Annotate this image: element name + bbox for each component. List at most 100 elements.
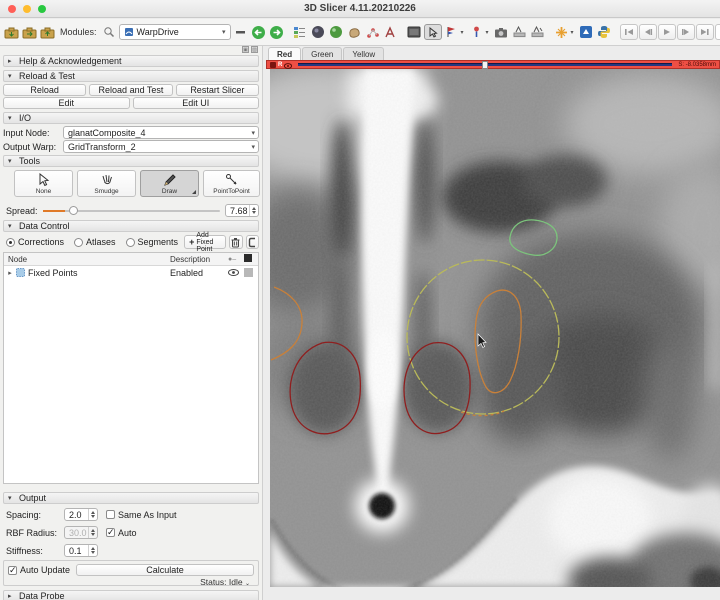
sequence-last-frame-button[interactable] xyxy=(696,24,714,40)
extensions-manager-icon[interactable] xyxy=(578,24,595,41)
module-selector[interactable]: WarpDrive ▾ xyxy=(119,24,231,40)
screenshot-icon[interactable] xyxy=(493,24,510,41)
red-slice-viewport[interactable] xyxy=(270,69,720,587)
tab-yellow[interactable]: Yellow xyxy=(343,47,384,60)
place-point-icon[interactable] xyxy=(468,24,485,41)
tool-none-button[interactable]: None xyxy=(14,170,73,197)
atlases-radio[interactable] xyxy=(74,238,83,247)
section-tools[interactable]: Tools xyxy=(3,155,259,167)
zoom-window-icon[interactable] xyxy=(38,5,46,13)
spacing-spinbox[interactable]: 2.0 xyxy=(64,508,98,521)
section-output[interactable]: Output xyxy=(3,492,259,504)
corrections-label: Corrections xyxy=(18,237,64,247)
smudge-hand-icon xyxy=(100,173,114,187)
calculate-button[interactable]: Calculate xyxy=(76,564,254,576)
mouse-interaction-icon[interactable] xyxy=(424,24,442,40)
status-chevron-icon[interactable]: ⌄ xyxy=(245,581,250,587)
tool-point-to-point-button[interactable]: PointToPoint xyxy=(203,170,260,197)
trash-icon xyxy=(231,237,240,248)
restart-slicer-button[interactable]: Restart Slicer xyxy=(176,84,259,96)
edit-ui-button[interactable]: Edit UI xyxy=(133,97,260,109)
warpdrive-module-icon xyxy=(124,27,134,37)
volumes-module-icon[interactable] xyxy=(310,24,327,41)
section-data-control[interactable]: Data Control xyxy=(3,220,259,232)
blend-preview-button[interactable] xyxy=(246,235,259,249)
fixed-points-node-icon xyxy=(16,268,25,279)
input-node-combobox[interactable]: glanatComposite_4▾ xyxy=(63,126,259,139)
place-markup-flag-icon[interactable] xyxy=(443,24,460,41)
table-header-row: Node Description ●– xyxy=(4,253,258,266)
sequence-play-button[interactable] xyxy=(658,24,676,40)
annotations-module-icon[interactable] xyxy=(382,24,399,41)
section-reload-test[interactable]: Reload & Test xyxy=(3,70,259,82)
slice-offset-slider[interactable] xyxy=(298,63,672,66)
markups-module-icon[interactable] xyxy=(364,24,381,41)
module-panel: ▣ ▨ Help & Acknowledgement Reload & Test… xyxy=(0,46,263,600)
spread-slider-handle[interactable] xyxy=(69,206,78,215)
auto-update-checkbox[interactable] xyxy=(8,566,17,575)
module-search-icon[interactable] xyxy=(101,24,118,41)
node-column-header[interactable]: Node xyxy=(4,255,170,264)
load-data-icon[interactable] xyxy=(21,24,38,41)
spread-label: Spread: xyxy=(6,206,38,216)
section-io[interactable]: I/O xyxy=(3,112,259,124)
tab-green[interactable]: Green xyxy=(302,47,342,60)
tool-smudge-button[interactable]: Smudge xyxy=(77,170,136,197)
minimize-window-icon[interactable] xyxy=(23,5,31,13)
visibility-column-icon: ●– xyxy=(228,256,244,263)
row-color-swatch[interactable] xyxy=(244,268,258,279)
module-forward-icon[interactable] xyxy=(268,24,285,41)
rbf-radius-spinbox[interactable]: 30.0 xyxy=(64,526,98,539)
spread-slider[interactable] xyxy=(43,210,220,212)
crosshair-icon[interactable] xyxy=(553,24,570,41)
close-window-icon[interactable] xyxy=(8,5,16,13)
python-console-icon[interactable] xyxy=(596,24,613,41)
section-data-probe[interactable]: Data Probe xyxy=(3,590,259,600)
pencil-icon xyxy=(163,173,177,187)
main-toolbar: Modules: WarpDrive ▾ ▾ ▾ ▾ xyxy=(0,19,720,46)
sequence-fps-spinbox[interactable]: 100.0fps xyxy=(715,24,720,40)
segmentations-module-icon[interactable] xyxy=(346,24,363,41)
section-help[interactable]: Help & Acknowledgement xyxy=(3,55,259,67)
module-selector-value: WarpDrive xyxy=(137,27,179,37)
segments-label: Segments xyxy=(138,237,179,247)
expand-row-icon[interactable]: ▸ xyxy=(4,269,16,277)
add-fixed-point-button[interactable]: + Add Fixed Point xyxy=(184,235,226,249)
tool-draw-button[interactable]: Draw xyxy=(140,170,199,197)
auto-update-label: Auto Update xyxy=(20,565,70,575)
same-as-input-checkbox[interactable] xyxy=(106,510,115,519)
sequence-prev-frame-button[interactable] xyxy=(639,24,657,40)
same-as-input-label: Same As Input xyxy=(118,510,177,520)
output-warp-combobox[interactable]: GridTransform_2▾ xyxy=(63,140,259,153)
auto-rbf-checkbox[interactable] xyxy=(106,528,115,537)
edit-button[interactable]: Edit xyxy=(3,97,130,109)
load-dicom-icon[interactable] xyxy=(3,24,20,41)
segments-radio[interactable] xyxy=(126,238,135,247)
models-module-icon[interactable] xyxy=(328,24,345,41)
row-visibility-eye-icon[interactable] xyxy=(228,268,244,278)
reload-and-test-button[interactable]: Reload and Test xyxy=(89,84,172,96)
terminal-icon[interactable] xyxy=(406,24,423,41)
pin-icon[interactable] xyxy=(270,62,276,68)
module-back-icon[interactable] xyxy=(250,24,267,41)
corrections-radio[interactable] xyxy=(6,238,15,247)
save-data-icon[interactable] xyxy=(39,24,56,41)
calculate-group: Auto Update Calculate Status: Idle ⌄ xyxy=(3,560,259,586)
sequence-first-frame-button[interactable] xyxy=(620,24,638,40)
ruler-a-icon[interactable] xyxy=(511,24,528,41)
description-column-header[interactable]: Description xyxy=(170,255,228,264)
sequence-next-frame-button[interactable] xyxy=(677,24,695,40)
panel-popout-icon[interactable]: ▨ xyxy=(251,46,258,53)
panel-help-icon[interactable]: ▣ xyxy=(242,46,249,53)
fixed-points-row[interactable]: ▸ Fixed Points Enabled xyxy=(4,266,258,280)
slice-offset-handle[interactable] xyxy=(482,61,488,69)
data-module-icon[interactable] xyxy=(292,24,309,41)
delete-points-button[interactable] xyxy=(229,235,242,249)
slice-offset-value: S: -8.0358mm xyxy=(678,62,716,68)
reload-button[interactable]: Reload xyxy=(3,84,86,96)
slice-orientation-label: R xyxy=(278,62,282,68)
spread-spinbox[interactable]: 7.68 xyxy=(225,204,259,217)
module-history-icon[interactable] xyxy=(232,24,249,41)
stiffness-spinbox[interactable]: 0.1 xyxy=(64,544,98,557)
ruler-b-icon[interactable] xyxy=(529,24,546,41)
